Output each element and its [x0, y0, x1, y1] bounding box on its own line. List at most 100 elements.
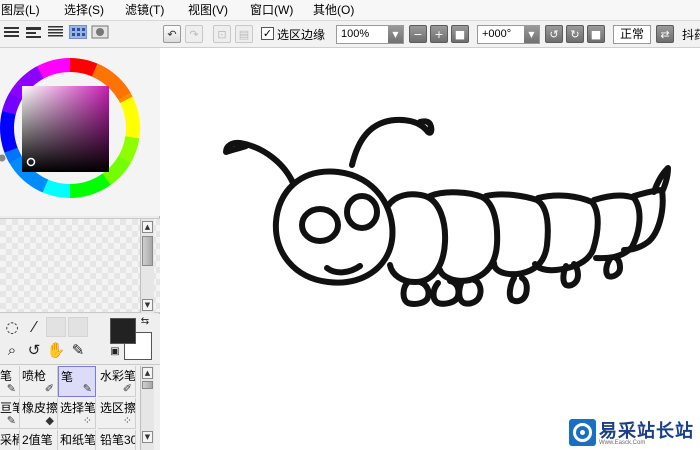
menu-other[interactable]: 其他(O) [313, 2, 354, 18]
menu-view[interactable]: 视图(V) [188, 2, 228, 18]
layers-scrollbar[interactable]: ▲ ▼ [140, 219, 154, 313]
chevron-down-icon: ▼ [524, 26, 539, 43]
zoom-value: 100% [341, 28, 370, 40]
brush-cell[interactable]: 2值笔 [20, 430, 58, 450]
eraser-icon: ◆ [45, 414, 54, 427]
color-wheel[interactable] [0, 48, 160, 216]
brush-label: 采桶 [0, 433, 19, 447]
brush-scrollbar[interactable]: ▲ ▼ [140, 366, 154, 450]
list-view-icon[interactable] [3, 25, 21, 39]
magic-wand-icon[interactable]: ⁄ [24, 317, 44, 337]
site-logo-icon [569, 419, 596, 446]
hue-cursor[interactable] [0, 154, 6, 162]
brush-label: 笔 [61, 370, 74, 384]
deselect-button[interactable]: ⊡ [213, 25, 231, 43]
scroll-up-icon[interactable]: ▲ [142, 367, 153, 379]
brush-cell[interactable]: 铅笔30 [98, 430, 136, 450]
redo-button[interactable]: ↷ [185, 25, 203, 43]
scroll-down-icon[interactable]: ▼ [142, 431, 153, 443]
tools-panel: ◌ ⁄ ⌕ ↺ ✋ ✎ ⇆ ▣ [0, 314, 160, 364]
site-watermark: 易采站长站 Www.Easck.Com [565, 416, 700, 450]
toolbar: ↶ ↷ ⊡ ▤ ✓ 选区边缘 100% ▼ − + ■ +000° ▼ ↺ ↻ … [0, 21, 700, 48]
scroll-up-icon[interactable]: ▲ [142, 221, 153, 233]
empty-tool-slot [68, 317, 88, 337]
rotate-right-button[interactable]: ↻ [566, 25, 584, 43]
watermark-subtitle: Www.Easck.Com [599, 440, 646, 446]
selection-edge-label: 选区边缘 [277, 28, 326, 42]
compact-list-icon[interactable] [47, 25, 65, 39]
swap-colors-icon[interactable]: ⇆ [138, 314, 152, 328]
pen-icon: ✎ [6, 414, 16, 427]
rotation-value: +000° [482, 28, 512, 40]
leg [430, 278, 462, 307]
leg [400, 279, 432, 307]
leg [456, 277, 484, 307]
mouth [324, 263, 363, 276]
menu-filter[interactable]: 滤镜(T) [125, 2, 164, 18]
pen-icon: ✎ [6, 382, 16, 395]
foreground-color-swatch[interactable] [110, 318, 136, 344]
brush-cell[interactable]: 采桶 [0, 430, 20, 450]
brush-cell[interactable]: 橡皮擦 ◆ [20, 398, 58, 429]
scroll-thumb[interactable] [142, 381, 153, 389]
empty-tool-slot [46, 317, 66, 337]
zoom-out-button[interactable]: − [409, 25, 427, 43]
selection-eraser-icon: ⁘ [122, 414, 132, 427]
reset-colors-icon[interactable]: ▣ [108, 344, 122, 358]
brush-cell[interactable]: 选区擦 ⁘ [98, 398, 136, 429]
left-eye [299, 206, 341, 244]
layers-panel: ▲ ▼ [0, 218, 160, 313]
drawing-canvas[interactable] [161, 48, 700, 450]
brush-label: 2值笔 [22, 433, 53, 447]
zoom-icon[interactable]: ⌕ [2, 340, 22, 360]
blend-mode-value: 正常 [619, 27, 644, 41]
palette-view-icon[interactable] [91, 25, 109, 39]
brush-cell-selected[interactable]: 笔 ✎ [58, 366, 96, 397]
brush-label: 喷枪 [22, 369, 47, 383]
body-segment-1 [385, 191, 449, 285]
tail-spike [651, 165, 671, 195]
selection-pen-icon: ⁘ [82, 414, 92, 427]
blend-mode-box[interactable]: 正常 [613, 25, 651, 44]
brush-label: 和纸笔 [60, 433, 96, 447]
brush-cell[interactable]: 喷枪 ✐ [20, 366, 58, 397]
pen-icon: ✎ [82, 382, 92, 395]
rotate-view-icon[interactable]: ↺ [24, 340, 44, 360]
rotate-left-button[interactable]: ↺ [545, 25, 563, 43]
brush-label: 铅笔30 [100, 433, 136, 447]
scroll-down-icon[interactable]: ▼ [142, 299, 153, 311]
flip-horizontal-button[interactable]: ⇄ [656, 25, 674, 43]
eyedropper-icon[interactable]: ✎ [68, 340, 88, 360]
left-panel: ▲ ▼ ◌ ⁄ ⌕ ↺ ✋ ✎ ⇆ ▣ 笔 ✎ 喷枪 ✐ 笔 ✎ 水彩笔 ✐ 亘… [0, 48, 160, 450]
rotation-select[interactable]: +000° ▼ [477, 25, 540, 44]
grid-view-icon[interactable] [69, 25, 87, 39]
brush-cell[interactable]: 水彩笔 ✐ [98, 366, 136, 397]
zoom-reset-button[interactable]: ■ [451, 25, 469, 43]
caterpillar-head [272, 168, 396, 286]
brush-cell[interactable]: 笔 ✎ [0, 366, 20, 397]
menu-select[interactable]: 选择(S) [64, 2, 104, 18]
selection-edge-checkbox[interactable]: ✓ [261, 27, 274, 40]
zoom-in-button[interactable]: + [430, 25, 448, 43]
lasso-icon[interactable]: ◌ [2, 317, 22, 337]
rotate-reset-button[interactable]: ■ [587, 25, 605, 43]
menu-layer[interactable]: 图层(L) [1, 2, 40, 18]
leg [506, 275, 530, 305]
scroll-thumb[interactable] [142, 236, 153, 266]
brush-palette: 笔 ✎ 喷枪 ✐ 笔 ✎ 水彩笔 ✐ 亘笔 ✎ 橡皮擦 ◆ 选择笔 ⁘ 选区擦 [0, 364, 160, 450]
brush-cell[interactable]: 选择笔 ⁘ [58, 398, 96, 429]
color-wheel-panel [0, 48, 160, 216]
hand-icon[interactable]: ✋ [46, 340, 66, 360]
right-eye [344, 193, 380, 231]
left-antenna [223, 139, 296, 186]
invert-selection-button[interactable]: ▤ [235, 25, 253, 43]
undo-button[interactable]: ↶ [163, 25, 181, 43]
airbrush-icon: ✐ [44, 382, 54, 395]
zoom-select[interactable]: 100% ▼ [336, 25, 404, 44]
detail-view-icon[interactable] [25, 25, 43, 39]
antialias-label: 抖药 [682, 28, 700, 42]
brush-cell[interactable]: 亘笔 ✎ [0, 398, 20, 429]
brush-cell[interactable]: 和纸笔 [58, 430, 96, 450]
menu-window[interactable]: 窗口(W) [250, 2, 293, 18]
menu-bar: 图层(L) 选择(S) 滤镜(T) 视图(V) 窗口(W) 其他(O) [0, 0, 700, 21]
